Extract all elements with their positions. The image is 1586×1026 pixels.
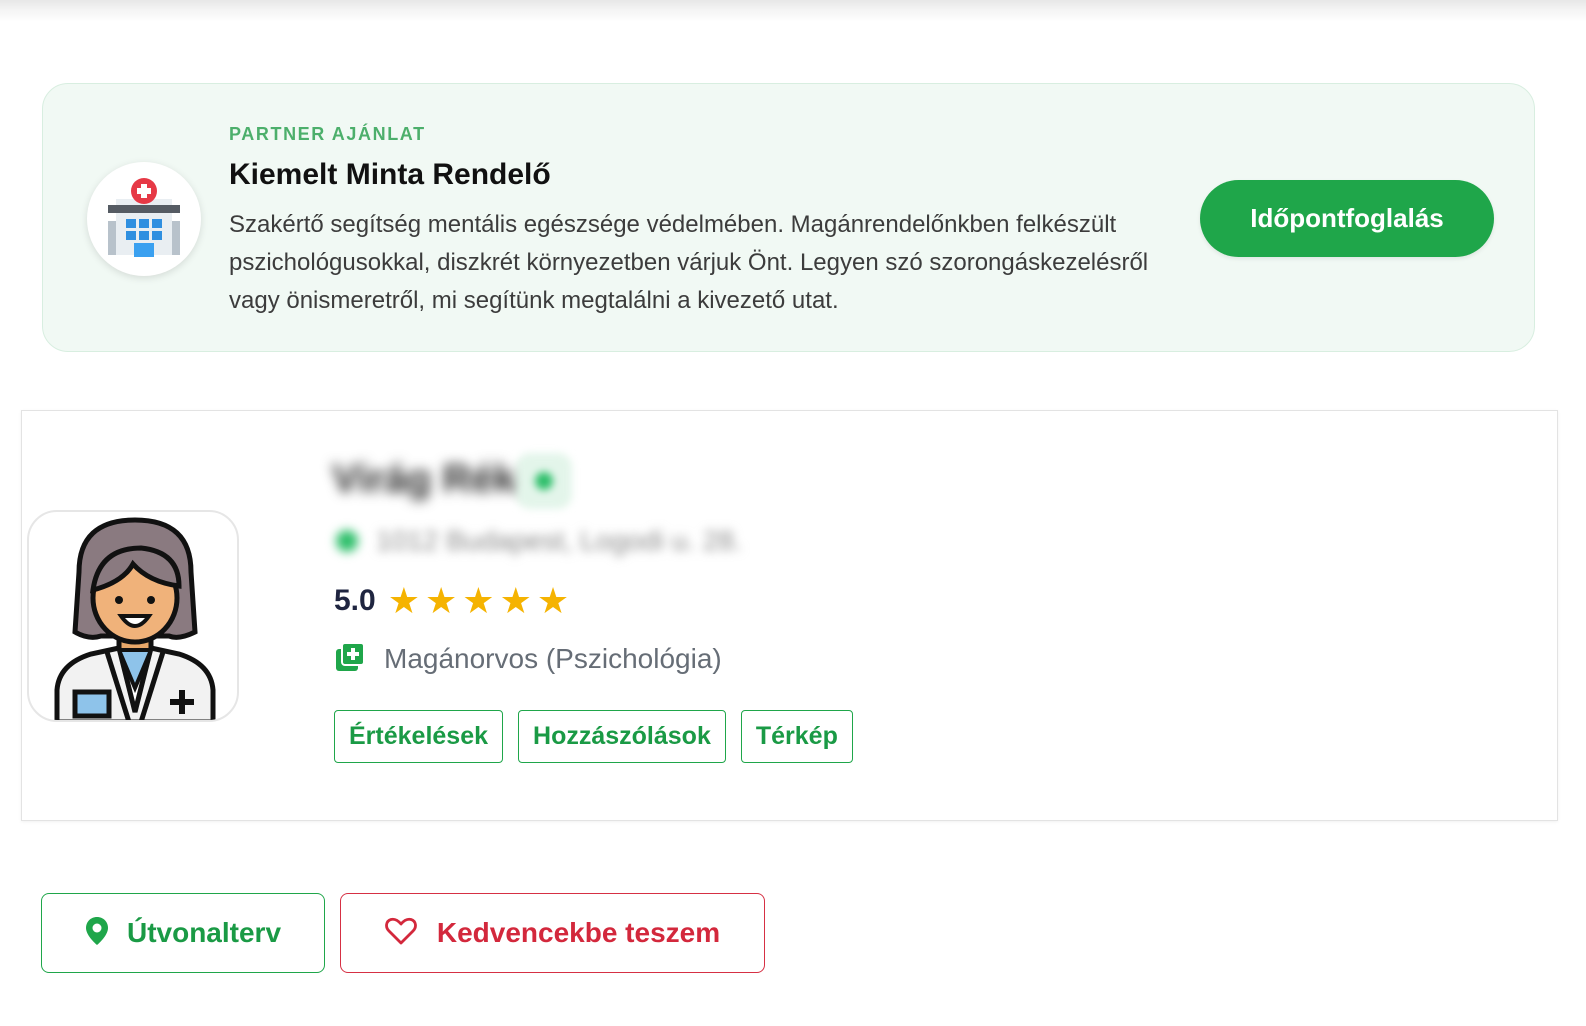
doctor-address: 1012 Budapest, Logodi u. 28. xyxy=(336,523,742,559)
profile-tabs: Értékelések Hozzászólások Térkép xyxy=(334,710,853,763)
specialty-text: Magánorvos (Pszichológia) xyxy=(384,643,722,674)
star-icon: ★ xyxy=(462,580,495,621)
star-icon: ★ xyxy=(387,580,420,621)
star-icon: ★ xyxy=(425,580,458,621)
tab-reviews[interactable]: Értékelések xyxy=(334,710,504,763)
doctor-name: Virág Réka xyxy=(332,457,539,501)
route-plan-button[interactable]: Útvonalterv xyxy=(41,893,325,973)
rating-value: 5.0 xyxy=(334,584,376,617)
tab-comments[interactable]: Hozzászólások xyxy=(518,710,726,763)
medical-category-icon xyxy=(334,641,366,678)
address-text: 1012 Budapest, Logodi u. 28. xyxy=(376,525,742,556)
star-rating: ★ ★ ★ ★ ★ xyxy=(388,583,569,619)
tab-map[interactable]: Térkép xyxy=(740,710,853,763)
map-pin-icon xyxy=(85,916,109,951)
specialty-row: Magánorvos (Pszichológia) xyxy=(334,639,722,679)
heart-icon xyxy=(385,917,417,950)
location-pin-icon xyxy=(336,530,358,552)
partner-eyebrow-label: PARTNER AJÁNLAT xyxy=(229,124,426,144)
top-bar-shadow xyxy=(0,0,1586,22)
star-icon: ★ xyxy=(536,580,570,621)
add-to-favorites-label: Kedvencekbe teszem xyxy=(436,917,721,948)
hospital-building-icon xyxy=(87,162,201,276)
add-to-favorites-button[interactable]: Kedvencekbe teszem xyxy=(340,893,765,973)
partner-description: Szakértő segítség mentális egészsége véd… xyxy=(229,211,1149,314)
route-plan-label: Útvonalterv xyxy=(126,917,282,948)
booking-button[interactable]: Időpontfoglalás xyxy=(1200,180,1494,257)
doctor-profile-card: Virág Réka 1012 Budapest, Logodi u. 28. … xyxy=(21,410,1558,821)
verified-badge-icon xyxy=(516,453,572,509)
partner-offer-card: PARTNER AJÁNLAT Kiemelt Minta Rendelő Sz… xyxy=(42,83,1535,352)
rating-row: 5.0 ★ ★ ★ ★ ★ xyxy=(334,581,569,621)
star-icon: ★ xyxy=(499,580,532,621)
female-doctor-avatar-icon xyxy=(27,510,239,722)
partner-title: Kiemelt Minta Rendelő xyxy=(229,158,551,191)
